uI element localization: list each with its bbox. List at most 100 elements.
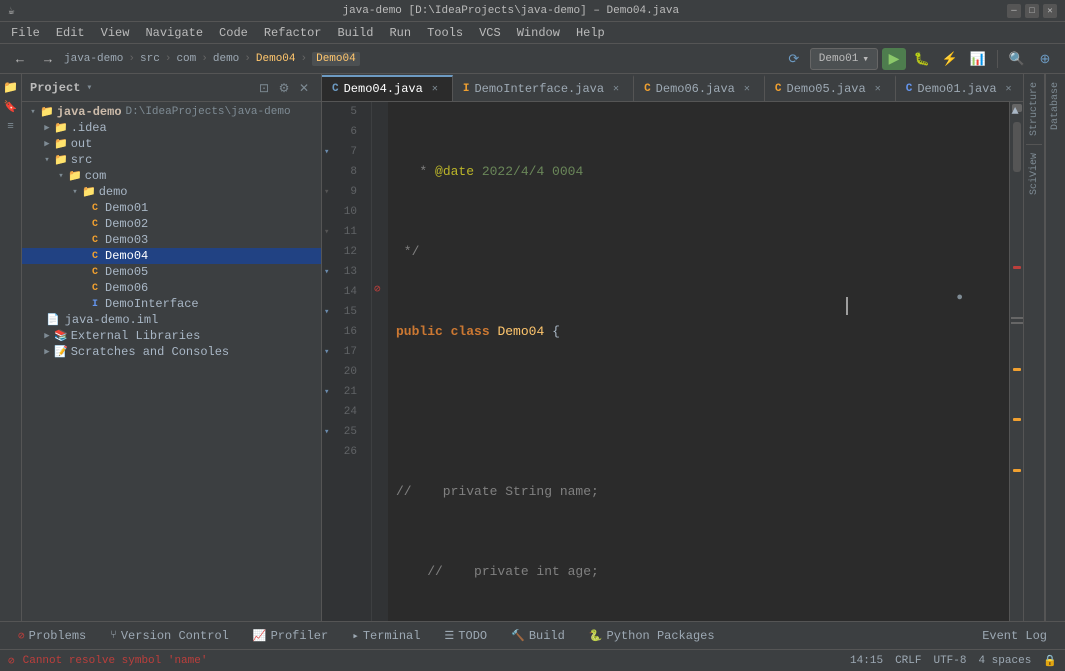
search-button[interactable]: 🔍 (1005, 48, 1029, 70)
menu-view[interactable]: View (94, 24, 137, 42)
src-label: src (71, 153, 93, 167)
menu-build[interactable]: Build (330, 24, 380, 42)
problems-tab[interactable]: ⊘ Problems (8, 626, 96, 646)
tab-demointerface[interactable]: I DemoInterface.java ✕ (453, 75, 634, 101)
tab-demo06[interactable]: C Demo06.java ✕ (634, 75, 765, 101)
bookmarks-icon[interactable]: 🔖 (2, 98, 20, 116)
tree-item-demointerface[interactable]: I DemoInterface (22, 296, 321, 312)
tree-item-out[interactable]: ▶ 📁 out (22, 136, 321, 152)
tab-demo05-close[interactable]: ✕ (871, 82, 885, 96)
tab-demo04[interactable]: C Demo04.java ✕ (322, 75, 453, 101)
menu-edit[interactable]: Edit (49, 24, 92, 42)
panel-close-btn[interactable]: ✕ (295, 79, 313, 97)
project-panel: Project ▾ ⊡ ⚙ ✕ ▾ 📁 java-demo D:\IdeaPro… (22, 74, 322, 621)
menu-file[interactable]: File (4, 24, 47, 42)
status-encoding[interactable]: UTF-8 (933, 655, 966, 667)
status-line-col[interactable]: 14:15 (850, 655, 883, 667)
status-bar: ⊘ Cannot resolve symbol 'name' 14:15 CRL… (0, 649, 1065, 671)
structure-strip-icon[interactable]: ≡ (2, 118, 20, 136)
fold-21[interactable]: ▾ (324, 382, 329, 402)
panel-dropdown-arrow[interactable]: ▾ (86, 82, 92, 94)
project-icon[interactable]: 📁 (2, 78, 20, 96)
tab-demo01-close[interactable]: ✕ (1002, 82, 1016, 96)
tree-item-demo06[interactable]: C Demo06 (22, 280, 321, 296)
tree-item-root[interactable]: ▾ 📁 java-demo D:\IdeaProjects\java-demo (22, 104, 321, 120)
run-button[interactable]: ▶ (882, 48, 906, 70)
terminal-label: Terminal (363, 629, 421, 643)
menu-refactor[interactable]: Refactor (257, 24, 329, 42)
bc-demo[interactable]: demo (213, 53, 239, 65)
sync-button[interactable]: ⟳ (782, 48, 806, 70)
tree-item-demo01[interactable]: C Demo01 (22, 200, 321, 216)
sciview-panel-label[interactable]: SciView (1025, 145, 1044, 203)
fold-13[interactable]: ▾ (324, 262, 329, 282)
toolbar-back-button[interactable]: ← (8, 48, 32, 70)
tab-demo05[interactable]: C Demo05.java ✕ (765, 75, 896, 101)
profiler-tab[interactable]: 📈 Profiler (243, 626, 338, 646)
panel-settings-btn[interactable]: ⚙ (275, 79, 293, 97)
coverage-button[interactable]: ⚡ (938, 48, 962, 70)
tree-item-demo03[interactable]: C Demo03 (22, 232, 321, 248)
code-line-9: // private String name; (396, 482, 1001, 502)
bc-demo04-cls[interactable]: Demo04 (312, 52, 360, 66)
tree-item-idea[interactable]: ▶ 📁 .idea (22, 120, 321, 136)
tab-iface-close[interactable]: ✕ (609, 82, 623, 96)
menu-vcs[interactable]: VCS (472, 24, 508, 42)
build-tab[interactable]: 🔨 Build (501, 626, 575, 646)
fold-9[interactable]: ▾ (324, 182, 329, 202)
database-panel-label[interactable]: Database (1046, 74, 1065, 138)
demo05-label: Demo05 (105, 265, 148, 279)
idea-arrow: ▶ (40, 121, 54, 135)
tab-demo06-close[interactable]: ✕ (740, 82, 754, 96)
tree-item-com[interactable]: ▾ 📁 com (22, 168, 321, 184)
fold-15[interactable]: ▾ (324, 302, 329, 322)
todo-tab[interactable]: ☰ TODO (434, 626, 497, 646)
panel-collapse-btn[interactable]: ⊡ (255, 79, 273, 97)
tree-item-demo05[interactable]: C Demo05 (22, 264, 321, 280)
editor-scrollbar[interactable]: ▲ (1009, 102, 1023, 621)
fold-25[interactable]: ▾ (324, 422, 329, 442)
maximize-button[interactable]: □ (1025, 4, 1039, 18)
fold-11[interactable]: ▾ (324, 222, 329, 242)
fold-7[interactable]: ▾ (324, 142, 329, 162)
run-config-selector[interactable]: Demo01 ▾ (810, 48, 878, 70)
status-error-icon: ⊘ (8, 654, 15, 668)
toolbar-forward-button[interactable]: → (36, 48, 60, 70)
minimize-button[interactable]: ─ (1007, 4, 1021, 18)
scroll-up-arrow[interactable]: ▲ (1012, 104, 1022, 112)
bc-demo04-pkg[interactable]: Demo04 (256, 53, 296, 65)
tab-demo04-close[interactable]: ✕ (428, 82, 442, 96)
menu-tools[interactable]: Tools (420, 24, 470, 42)
menu-window[interactable]: Window (510, 24, 567, 42)
code-editor[interactable]: * @date 2022/4/4 0004 */ public class De… (388, 102, 1009, 621)
menu-code[interactable]: Code (212, 24, 255, 42)
profile-button[interactable]: 📊 (966, 48, 990, 70)
tree-item-demo02[interactable]: C Demo02 (22, 216, 321, 232)
scroll-thumb[interactable] (1013, 122, 1021, 172)
version-control-tab[interactable]: ⑂ Version Control (100, 626, 239, 646)
bc-com[interactable]: com (176, 53, 196, 65)
settings-button[interactable]: ⊕ (1033, 48, 1057, 70)
python-tab[interactable]: 🐍 Python Packages (579, 626, 725, 646)
tree-item-src[interactable]: ▾ 📁 src (22, 152, 321, 168)
event-log-tab[interactable]: Event Log (972, 626, 1057, 646)
structure-panel-label[interactable]: Structure (1025, 74, 1044, 144)
ln-6: 6 (322, 122, 363, 142)
tree-item-scratches[interactable]: ▶ 📝 Scratches and Consoles (22, 344, 321, 360)
menu-navigate[interactable]: Navigate (138, 24, 210, 42)
tree-item-iml[interactable]: 📄 java-demo.iml (22, 312, 321, 328)
menu-help[interactable]: Help (569, 24, 612, 42)
tree-item-demo[interactable]: ▾ 📁 demo (22, 184, 321, 200)
tab-demo01[interactable]: C Demo01.java ✕ (896, 75, 1023, 101)
debug-button[interactable]: 🐛 (910, 48, 934, 70)
status-indent[interactable]: 4 spaces (978, 655, 1031, 667)
menu-run[interactable]: Run (382, 24, 418, 42)
bc-src[interactable]: src (140, 53, 160, 65)
terminal-tab[interactable]: ▸ Terminal (342, 626, 430, 646)
fold-17[interactable]: ▾ (324, 342, 329, 362)
status-line-sep[interactable]: CRLF (895, 655, 921, 667)
tree-item-demo04[interactable]: C Demo04 (22, 248, 321, 264)
bc-project[interactable]: java-demo (64, 53, 123, 65)
close-button[interactable]: ✕ (1043, 4, 1057, 18)
tree-item-ext-libs[interactable]: ▶ 📚 External Libraries (22, 328, 321, 344)
